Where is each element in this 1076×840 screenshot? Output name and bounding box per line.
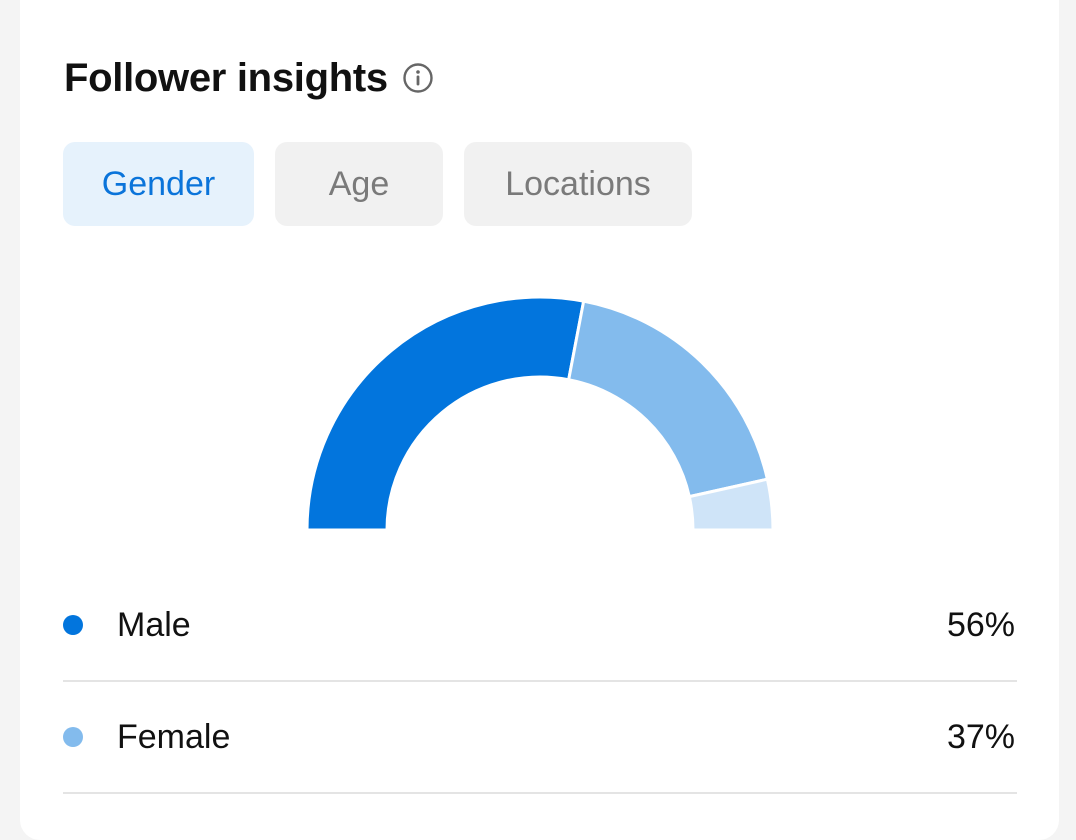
gender-half-donut-chart [305,295,775,532]
legend-value-male: 56% [946,605,1015,644]
tab-locations[interactable]: Locations [464,142,692,226]
tab-age[interactable]: Age [275,142,443,226]
legend-row-male: Male 56% [63,570,1017,682]
info-icon[interactable] [402,62,434,94]
chart-slice-male[interactable] [305,295,586,532]
gender-legend: Male 56% Female 37% [63,570,1017,794]
tab-bar: Gender Age Locations [63,142,692,226]
legend-row-female: Female 37% [63,682,1017,794]
tab-gender[interactable]: Gender [63,142,254,226]
chart-slice-female[interactable] [566,299,770,499]
female-color-dot [63,727,83,747]
card-title: Follower insights [64,55,388,100]
card-header: Follower insights [64,52,434,104]
legend-label-female: Female [117,717,231,756]
legend-label-male: Male [117,605,191,644]
legend-value-female: 37% [946,717,1015,756]
male-color-dot [63,615,83,635]
